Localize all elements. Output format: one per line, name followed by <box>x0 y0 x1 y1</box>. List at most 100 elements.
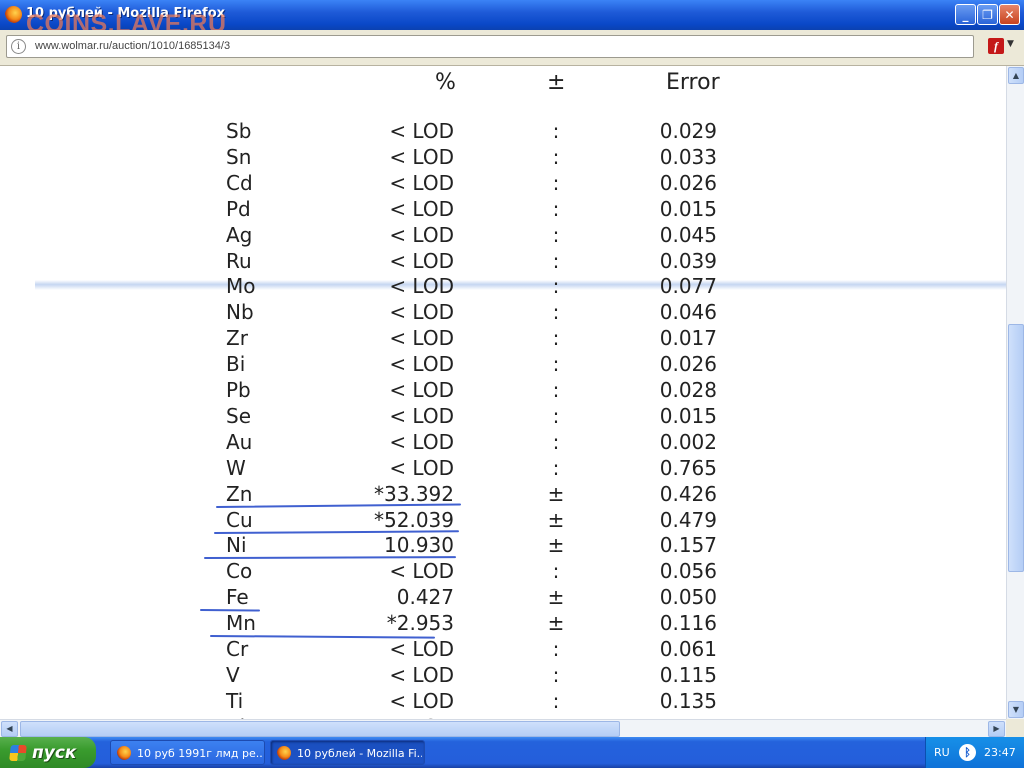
language-indicator[interactable]: RU <box>934 746 950 759</box>
plusminus-separator: ± <box>547 533 565 558</box>
page-content: % ± Error Sb < LOD: 0.029 Sn < LOD: 0.033 Cd < … <box>0 66 1006 719</box>
error-value: 0.050 <box>659 585 717 610</box>
element-symbol: Zr <box>226 326 248 351</box>
plusminus-separator: ± <box>547 481 565 506</box>
error-value: 0.115 <box>659 662 717 687</box>
percent-value: < LOD <box>389 144 454 169</box>
error-value: 0.157 <box>659 533 717 558</box>
percent-value: < LOD <box>389 300 454 325</box>
taskbar: пуск 10 руб 1991г лмд ре... 10 рублей - … <box>0 737 1024 768</box>
element-symbol: Se <box>226 403 251 428</box>
plusminus-separator: ± <box>547 611 565 636</box>
error-value: 0.479 <box>659 507 717 532</box>
table-row: V < LOD: 0.115 <box>0 663 1006 689</box>
percent-value: < LOD <box>389 352 454 377</box>
flash-plugin-icon[interactable]: f <box>988 38 1004 54</box>
plusminus-separator: : <box>552 352 560 377</box>
element-symbol: W <box>226 455 246 480</box>
taskbar-item-1[interactable]: 10 руб 1991г лмд ре... <box>110 740 265 765</box>
error-value: 0.056 <box>659 559 717 584</box>
navigation-toolbar: i www.wolmar.ru/auction/1010/1685134/3 f… <box>0 30 1024 66</box>
percent-value: < LOD <box>389 637 454 661</box>
scrollbar-corner <box>1006 719 1024 737</box>
system-tray: RU ᛒ 23:47 <box>925 737 1024 768</box>
plusminus-separator: ± <box>547 507 565 532</box>
table-row: Ag < LOD: 0.045 <box>0 223 1006 249</box>
table-row: Mn *2.953 ±0.116 <box>0 611 1006 637</box>
start-button[interactable]: пуск <box>0 737 96 768</box>
table-row: Sn < LOD: 0.033 <box>0 145 1006 171</box>
plusminus-separator: : <box>552 326 560 351</box>
percent-value: *33.392 <box>374 481 454 506</box>
firefox-icon <box>277 746 291 760</box>
table-row: Cr < LOD: 0.061 <box>0 637 1006 663</box>
desktop: 10 рублей - Mozilla Firefox COINS.LAVE.R… <box>0 0 1024 768</box>
url-text[interactable]: www.wolmar.ru/auction/1010/1685134/3 <box>35 40 230 52</box>
maximize-button[interactable]: ❐ <box>977 4 998 25</box>
taskbar-item-2[interactable]: 10 рублей - Mozilla Fi... <box>270 740 425 765</box>
vertical-scroll-thumb[interactable] <box>1008 324 1024 572</box>
element-symbol: Pb <box>226 378 251 402</box>
table-row: Mo < LOD: 0.077 <box>0 274 1006 300</box>
error-value: 0.039 <box>659 248 717 273</box>
scroll-down-icon[interactable]: ▼ <box>1008 701 1024 718</box>
close-button[interactable]: ✕ <box>999 4 1020 25</box>
table-row: Ni 10.930 ±0.157 <box>0 533 1006 559</box>
table-row: Zr < LOD: 0.017 <box>0 326 1006 352</box>
plusminus-separator: : <box>552 300 560 325</box>
element-symbol: Mo <box>226 274 256 299</box>
plusminus-separator: : <box>552 403 560 428</box>
table-row: Pb < LOD: 0.028 <box>0 378 1006 404</box>
plusminus-separator: : <box>552 378 560 402</box>
element-symbol: Cr <box>226 637 249 661</box>
percent-value: < LOD <box>389 455 454 480</box>
error-value: 0.002 <box>659 429 717 454</box>
table-row: Ru < LOD: 0.039 <box>0 249 1006 275</box>
plusminus-separator: : <box>552 559 560 584</box>
scroll-up-icon[interactable]: ▲ <box>1008 67 1024 84</box>
firefox-icon <box>5 6 22 23</box>
clock[interactable]: 23:47 <box>984 746 1016 759</box>
error-value: 0.046 <box>659 300 717 325</box>
table-row: Ti < LOD: 0.135 <box>0 689 1006 715</box>
percent-value: < LOD <box>389 688 454 713</box>
header-error: Error <box>666 70 720 95</box>
minimize-button[interactable]: _ <box>955 4 976 25</box>
plusminus-separator: : <box>552 688 560 713</box>
element-symbol: Bi <box>226 352 246 377</box>
error-value: 0.033 <box>659 144 717 169</box>
table-row: Cu *52.039 ±0.479 <box>0 508 1006 534</box>
error-value: 0.135 <box>659 688 717 713</box>
percent-value: 0.427 <box>396 585 454 610</box>
vertical-scrollbar[interactable]: ▲ ▼ <box>1006 66 1024 719</box>
chevron-down-icon[interactable]: ▼ <box>1007 39 1014 49</box>
error-value: 0.015 <box>659 196 717 221</box>
horizontal-scroll-thumb[interactable] <box>20 721 620 737</box>
error-value: 0.045 <box>659 222 717 247</box>
plusminus-separator: : <box>552 170 560 195</box>
table-row: Nb < LOD: 0.046 <box>0 300 1006 326</box>
plusminus-separator: : <box>552 662 560 687</box>
percent-value: < LOD <box>389 119 454 143</box>
firefox-icon <box>117 746 131 760</box>
windows-logo-icon <box>9 745 27 761</box>
scroll-right-icon[interactable]: ▶ <box>988 721 1005 737</box>
percent-value: < LOD <box>389 429 454 454</box>
error-value: 0.028 <box>659 378 717 402</box>
bluetooth-icon[interactable]: ᛒ <box>959 744 976 761</box>
element-symbol: Sn <box>226 144 252 169</box>
window-titlebar[interactable]: 10 рублей - Mozilla Firefox COINS.LAVE.R… <box>0 0 1024 38</box>
scroll-left-icon[interactable]: ◀ <box>1 721 18 737</box>
table-row: W < LOD: 0.765 <box>0 456 1006 482</box>
header-plusminus: ± <box>547 70 566 95</box>
table-row: Fe 0.427 ±0.050 <box>0 585 1006 611</box>
plusminus-separator: : <box>552 248 560 273</box>
table-row: Zn *33.392 ±0.426 <box>0 482 1006 508</box>
horizontal-scrollbar[interactable]: ◀ ▶ <box>0 719 1006 737</box>
site-info-icon[interactable]: i <box>11 39 26 54</box>
start-label: пуск <box>32 743 77 763</box>
url-bar[interactable]: i www.wolmar.ru/auction/1010/1685134/3 <box>6 35 974 58</box>
taskbar-item-label: 10 руб 1991г лмд ре... <box>137 747 262 760</box>
table-row: Se < LOD: 0.015 <box>0 404 1006 430</box>
element-symbol: Au <box>226 429 253 454</box>
